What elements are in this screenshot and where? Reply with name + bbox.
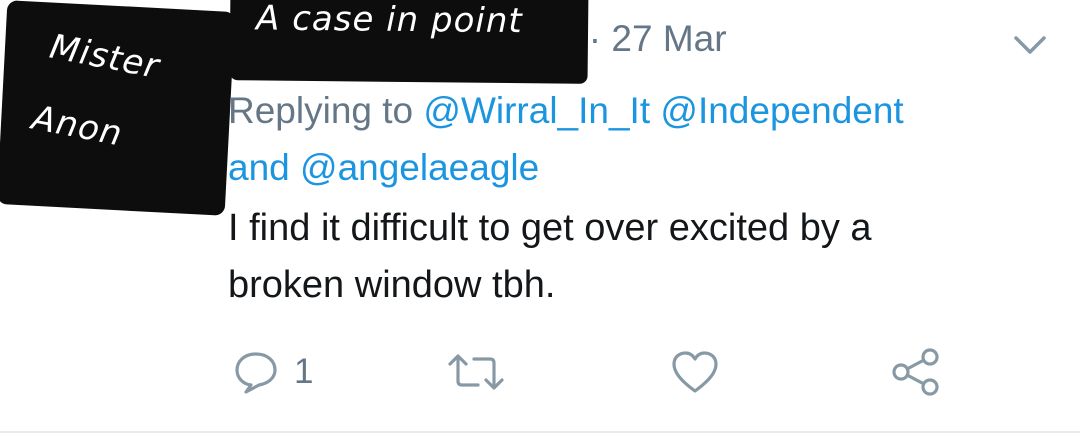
- tweet-actions: 1: [0, 340, 1080, 410]
- divider: [0, 431, 1080, 433]
- name-overlay: Mister Anon: [0, 0, 236, 216]
- reply-context-prefix: Replying to: [228, 90, 414, 131]
- tweet-text: I find it difficult to get over excited …: [228, 200, 1048, 314]
- mention-link[interactable]: @Wirral_In_It: [423, 90, 650, 131]
- tweet-text-line: I find it difficult to get over excited …: [228, 207, 872, 249]
- retweet-button[interactable]: [446, 340, 506, 404]
- tweet-text-line: broken window tbh.: [228, 264, 556, 306]
- name-overlay-line: Mister: [46, 26, 163, 88]
- mention-link[interactable]: @Independent: [660, 90, 903, 131]
- reply-context-joiner: and: [228, 147, 290, 188]
- reply-context: Replying to @Wirral_In_It @Independent a…: [228, 82, 1048, 196]
- name-overlay-line: Anon: [28, 97, 126, 155]
- like-icon: [672, 351, 718, 393]
- caption-overlay: A case in point: [229, 0, 589, 84]
- retweet-icon: [448, 354, 504, 390]
- share-button[interactable]: [890, 340, 942, 404]
- caption-text: A case in point: [255, 0, 523, 42]
- chevron-down-icon[interactable]: [1012, 32, 1048, 58]
- reply-count: 1: [294, 352, 314, 391]
- reply-button[interactable]: 1: [232, 340, 313, 404]
- like-button[interactable]: [670, 340, 720, 404]
- mention-link[interactable]: @angelaeagle: [300, 147, 539, 188]
- share-icon: [892, 348, 939, 396]
- reply-icon: [235, 352, 277, 394]
